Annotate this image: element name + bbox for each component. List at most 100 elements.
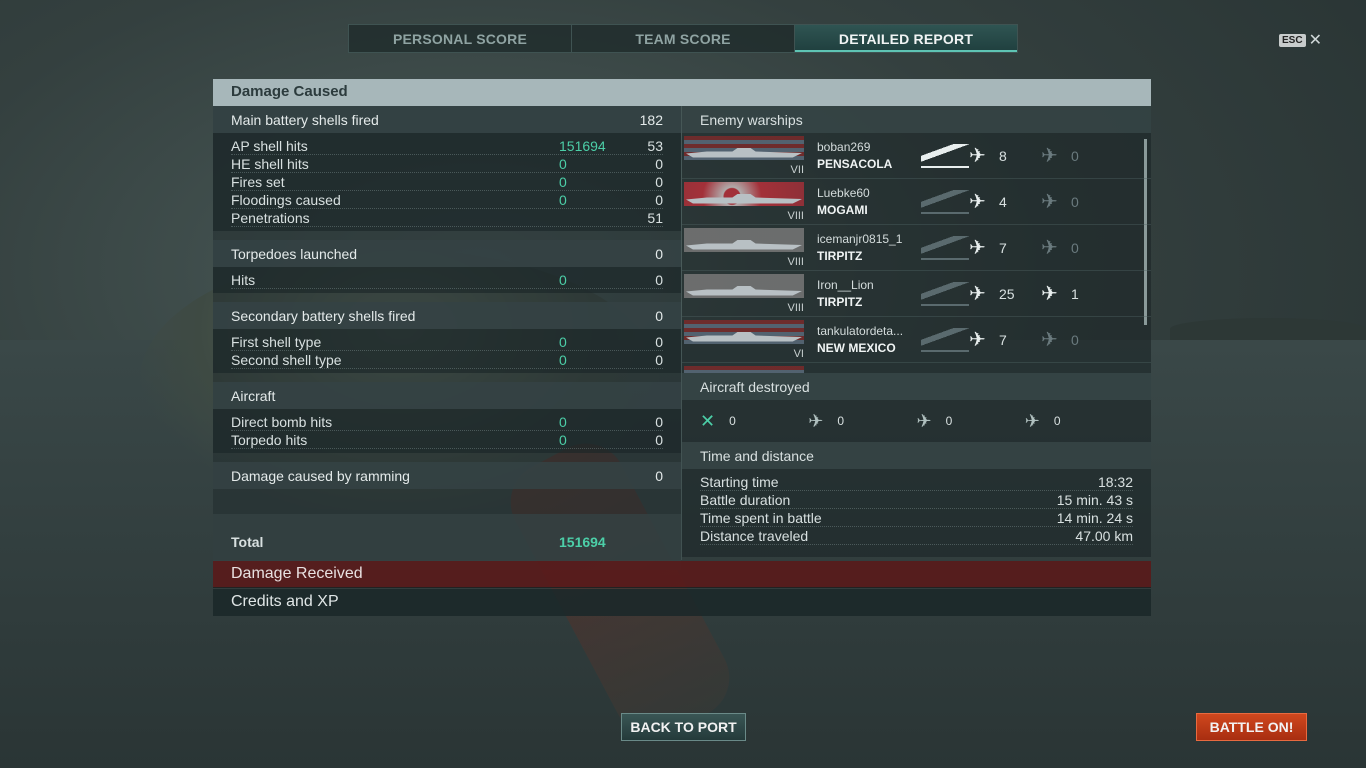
stat-value: 0 — [655, 352, 663, 368]
critical-hit-icon: ✈ — [1041, 145, 1058, 167]
player-name: boban269 — [817, 140, 871, 155]
stat-row: First shell type 0 0 — [231, 333, 663, 351]
time-value: 15 min. 43 s — [1056, 492, 1133, 508]
right-column: Enemy warships VII boban269 PENSACOLA ✈ 8 ✈ 0 V… — [681, 106, 1151, 560]
main-battery-rows: AP shell hits 151694 53 HE shell hits 0 0 Fire… — [213, 133, 681, 231]
stat-damage: 151694 — [559, 138, 606, 154]
crit-stat: ✈ 0 — [1041, 327, 1113, 352]
stat-damage: 0 — [559, 414, 567, 430]
crits-value: 0 — [1071, 331, 1079, 348]
crits-value: 0 — [1071, 193, 1079, 210]
shell-hit-icon: ✈ — [969, 191, 986, 213]
stat-label: Second shell type — [231, 352, 342, 368]
enemy-ship-row[interactable]: VIII icemanjr0815_1 TIRPITZ ✈ 7 ✈ 0 — [682, 225, 1151, 271]
shell-hit-icon: ✈ — [969, 237, 986, 259]
ship-thumbnail: VIII — [684, 227, 804, 268]
stat-row: Floodings caused 0 0 — [231, 191, 663, 209]
torpedo-rows: Hits 0 0 — [213, 267, 681, 293]
main-battery-value: 182 — [639, 111, 663, 128]
enemy-ship-row[interactable]: VIII Iron__Lion TIRPITZ ✈ 25 ✈ 1 — [682, 271, 1151, 317]
enemy-ship-row[interactable]: VI tankulatordeta... NEW MEXICO ✈ 7 ✈ 0 — [682, 317, 1151, 363]
stat-damage: 0 — [559, 174, 567, 190]
player-info: Luebke60 MOGAMI — [817, 185, 917, 217]
stat-row: AP shell hits 151694 53 — [231, 137, 663, 155]
ship-tier: VI — [793, 347, 804, 360]
ship-tier: VIII — [787, 255, 804, 268]
ship-tier: VIII — [787, 209, 804, 222]
stat-label: Torpedo hits — [231, 432, 308, 448]
stat-value: 0 — [655, 272, 663, 288]
stat-label: Fires set — [231, 174, 285, 190]
close-button[interactable]: ESC ✕ — [1279, 30, 1322, 50]
crit-stat: ✈ 0 — [1041, 143, 1113, 168]
tab-team-score[interactable]: TEAM SCORE — [572, 25, 795, 52]
stat-label: Direct bomb hits — [231, 414, 333, 430]
aircraft-rows: Direct bomb hits 0 0 Torpedo hits 0 0 — [213, 409, 681, 453]
stat-row: HE shell hits 0 0 — [231, 155, 663, 173]
ship-class: TIRPITZ — [817, 248, 863, 263]
tab-bar: PERSONAL SCORE TEAM SCORE DETAILED REPOR… — [348, 24, 1018, 53]
ship-class: PENSACOLA — [817, 156, 893, 171]
crit-stat: ✈ 1 — [1041, 281, 1113, 306]
stat-value: 0 — [655, 156, 663, 172]
enemy-ship-row[interactable]: VIII Luebke60 MOGAMI ✈ 4 ✈ 0 — [682, 179, 1151, 225]
aircraft-fighter: ✕ 0 — [700, 411, 808, 432]
critical-hit-icon: ✈ — [1041, 191, 1058, 213]
aircraft-catapult: ✈ 0 — [1025, 411, 1133, 432]
enemy-ship-row[interactable]: Welendas✈✈ — [682, 363, 1151, 373]
tab-personal-score[interactable]: PERSONAL SCORE — [349, 25, 572, 52]
critical-hit-icon: ✈ — [1041, 237, 1058, 259]
detailed-report-panel: Damage Caused Main battery shells fired 1… — [213, 79, 1151, 570]
aircraft-header: Aircraft — [213, 382, 681, 409]
critical-hit-icon: ✈ — [1041, 329, 1058, 351]
aircraft-destroyed-header: Aircraft destroyed — [682, 373, 1151, 400]
stat-value: 53 — [647, 138, 663, 154]
stat-value: 0 — [655, 334, 663, 350]
ship-thumbnail: VIII — [684, 181, 804, 222]
stat-damage: 0 — [559, 334, 567, 350]
time-label: Starting time — [700, 474, 779, 490]
secondary-label: Secondary battery shells fired — [231, 307, 416, 324]
enemy-warships-list[interactable]: VII boban269 PENSACOLA ✈ 8 ✈ 0 VIII Luebke60 MOGA… — [682, 133, 1151, 373]
aircraft-torpedo-bomber: ✈ 0 — [917, 411, 1025, 432]
player-info: boban269 PENSACOLA — [817, 139, 917, 171]
battle-on-button[interactable]: BATTLE ON! — [1196, 713, 1307, 741]
aircraft-value: 0 — [945, 414, 953, 428]
stat-row: Fires set 0 0 — [231, 173, 663, 191]
time-value: 47.00 km — [1075, 528, 1133, 544]
hits-value: 7 — [999, 331, 1007, 348]
crits-value: 0 — [1071, 147, 1079, 164]
stat-label: Floodings caused — [231, 192, 341, 208]
player-name: icemanjr0815_1 — [817, 232, 903, 247]
shell-hit-icon: ✈ — [969, 329, 986, 351]
enemy-ship-row[interactable]: VII boban269 PENSACOLA ✈ 8 ✈ 0 — [682, 133, 1151, 179]
time-row: Distance traveled 47.00 km — [700, 527, 1133, 545]
shell-hit-icon: ✈ — [969, 283, 986, 305]
hits-stat: ✈ 7 — [969, 235, 1041, 260]
ship-thumbnail: VI — [684, 319, 804, 360]
stat-damage: 0 — [559, 352, 567, 368]
tab-detailed-report[interactable]: DETAILED REPORT — [795, 25, 1017, 52]
back-to-port-button[interactable]: BACK TO PORT — [621, 713, 746, 741]
credits-xp-section[interactable]: Credits and XP — [213, 589, 1151, 616]
torpedoes-value: 0 — [655, 245, 663, 262]
hits-stat: ✈ 8 — [969, 143, 1041, 168]
critical-hit-icon: ✈ — [1041, 283, 1058, 305]
aircraft-value: 0 — [729, 414, 736, 428]
torpedoes-label: Torpedoes launched — [231, 245, 358, 262]
stat-damage: 0 — [559, 272, 567, 288]
total-label: Total — [231, 534, 264, 550]
ship-thumbnail: VII — [684, 135, 804, 176]
ramming-row: Damage caused by ramming 0 — [213, 462, 681, 489]
crits-value: 0 — [1071, 239, 1079, 256]
damage-received-section[interactable]: Damage Received — [213, 561, 1151, 588]
stat-row: Hits 0 0 — [231, 271, 663, 289]
time-label: Distance traveled — [700, 528, 809, 544]
damage-caused-header[interactable]: Damage Caused — [213, 79, 1151, 106]
ramming-value: 0 — [655, 467, 663, 484]
stat-row: Penetrations 51 — [231, 209, 663, 227]
hits-stat: ✈ 25 — [969, 281, 1041, 306]
hits-stat: ✈ 4 — [969, 189, 1041, 214]
sunk-icon — [921, 327, 969, 352]
sunk-icon — [921, 235, 969, 260]
